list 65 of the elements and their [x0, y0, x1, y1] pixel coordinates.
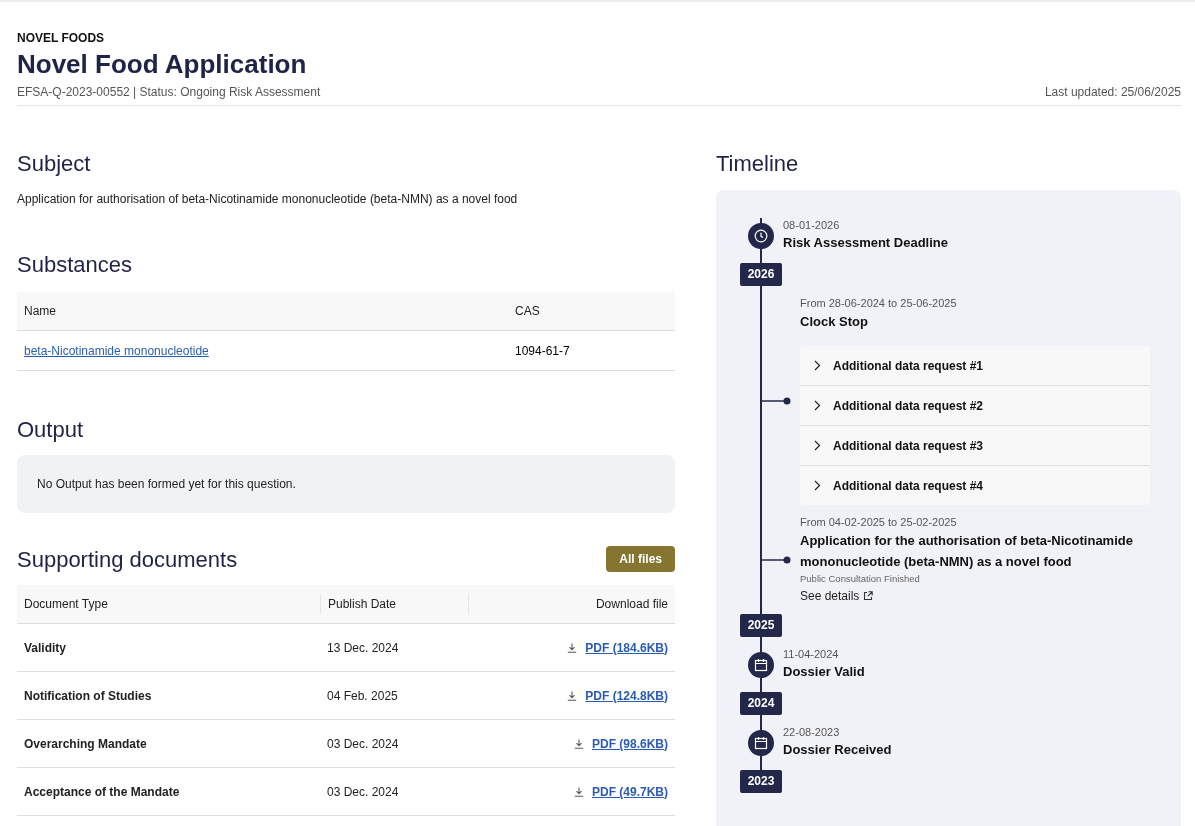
- request-item[interactable]: Additional data request #1: [800, 346, 1150, 385]
- download-link[interactable]: PDF (124.8KB): [585, 688, 668, 703]
- publish-date: 04 Feb. 2025: [326, 688, 399, 703]
- last-updated: Last updated: 25/06/2025: [1044, 84, 1181, 100]
- period-range: From 04-02-2025 to 25-02-2025: [800, 515, 958, 530]
- download-icon: [574, 786, 584, 797]
- clock-icon: [748, 222, 774, 249]
- request-item[interactable]: Additional data request #3: [800, 425, 1150, 465]
- see-details-link[interactable]: See details: [800, 589, 874, 603]
- download-icon: [574, 738, 584, 749]
- column-header: Download file: [468, 594, 675, 614]
- column-header: Publish Date: [320, 594, 468, 614]
- column-header: Document Type: [23, 596, 109, 613]
- event-title: Risk Assessment Deadline: [783, 234, 948, 252]
- event-title: Dossier Received: [783, 741, 892, 759]
- chevron-icon: [814, 440, 821, 451]
- section-heading: Subject: [17, 150, 92, 178]
- calendar-icon: [748, 729, 774, 756]
- download-link[interactable]: PDF (49.7KB): [592, 784, 668, 799]
- table-cell-text: 1094-61-7: [514, 343, 571, 358]
- publish-date: 13 Dec. 2024: [326, 640, 400, 655]
- year-badge: 2026: [740, 263, 782, 286]
- period-range: From 28-06-2024 to 25-06-2025: [800, 296, 958, 311]
- publish-date: 03 Dec. 2024: [326, 736, 400, 751]
- event-date: 08-01-2026: [783, 218, 841, 233]
- year-badge: 2025: [740, 614, 782, 637]
- request-item[interactable]: Additional data request #4: [800, 465, 1150, 505]
- year-badge: 2024: [740, 692, 782, 715]
- section-heading: Output: [17, 416, 85, 444]
- column-header: CAS: [514, 304, 541, 318]
- document-type: Acceptance of the Mandate: [23, 784, 181, 799]
- year-badge: 2023: [740, 770, 782, 793]
- status-text: Public Consultation Finished: [800, 572, 921, 585]
- document-type: Overarching Mandate: [23, 736, 148, 751]
- question-meta: EFSA-Q-2023-00552 | Status: Ongoing Risk Assessment: [17, 84, 321, 100]
- document-type: Notification of Studies: [23, 688, 153, 703]
- section-heading: Substances: [17, 251, 133, 279]
- chevron-icon: [814, 480, 821, 491]
- document-type: Validity: [23, 640, 68, 655]
- column-header: Name: [23, 304, 57, 318]
- timeline-connector: [761, 555, 791, 564]
- output-message: No Output has been formed yet for this question.: [37, 477, 296, 491]
- download-link[interactable]: PDF (98.6KB): [592, 736, 668, 751]
- chevron-icon: [814, 400, 821, 411]
- external-link-icon: [863, 591, 874, 601]
- period-title: Clock Stop: [800, 313, 869, 331]
- request-item[interactable]: Additional data request #2: [800, 385, 1150, 425]
- download-icon: [567, 690, 578, 701]
- all-files-button[interactable]: All files: [606, 546, 675, 572]
- section-heading: Supporting documents: [17, 546, 238, 574]
- event-date: 11-04-2024: [783, 647, 840, 662]
- substance-link[interactable]: beta-Nicotinamide mononucleotide: [24, 343, 209, 358]
- chevron-icon: [814, 360, 821, 371]
- timeline-connector: [761, 396, 791, 405]
- page-title: Novel Food Application: [17, 48, 308, 80]
- category-label: NOVEL FOODS: [17, 30, 105, 46]
- download-icon: [567, 642, 578, 653]
- subject-text: Application for authorisation of beta-Nicotinamide mononucleotide (beta-NMN) as a novel food: [17, 192, 519, 206]
- event-title: Dossier Valid: [783, 663, 865, 681]
- event-date: 22-08-2023: [783, 725, 841, 740]
- period-title: Application for the authorisation of beta-Nicotinamide mononucleotide (beta-NMN) as a novel food: [800, 532, 1134, 571]
- download-link[interactable]: PDF (184.6KB): [585, 640, 668, 655]
- publish-date: 03 Dec. 2024: [326, 784, 400, 799]
- section-heading: Timeline: [716, 150, 800, 178]
- calendar-icon: [748, 651, 774, 678]
